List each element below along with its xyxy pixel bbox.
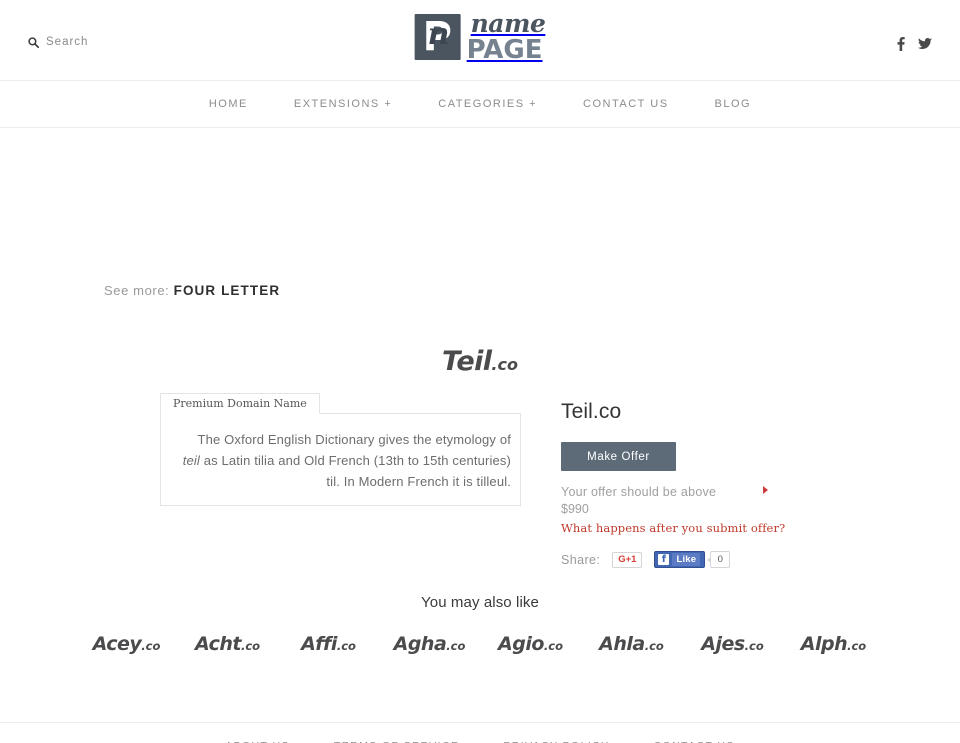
- facebook-like-count: 0: [707, 551, 731, 568]
- also-like-name-5: Agio: [498, 633, 544, 655]
- see-more-label: See more:: [104, 283, 170, 298]
- also-like-item-5[interactable]: Agio.co: [480, 633, 581, 655]
- also-like-tld-8: .co: [847, 639, 867, 653]
- domain-name-text: Teil: [442, 346, 492, 377]
- description-text-after: as Latin tilia and Old French (13th to 1…: [199, 453, 511, 489]
- nav-item-extensions[interactable]: EXTENSIONS +: [271, 98, 415, 110]
- domain-tld-text: .co: [491, 355, 518, 374]
- nav-item-contact-us[interactable]: CONTACT US: [560, 98, 692, 110]
- google-plus-one-button[interactable]: G+1: [612, 551, 643, 568]
- premium-domain-panel: Premium Domain Name The Oxford English D…: [160, 393, 521, 506]
- also-like-tld-5: .co: [543, 639, 563, 653]
- logo-n-glyph: n: [427, 17, 450, 52]
- minimum-offer-price: $990: [561, 502, 589, 516]
- site-logo[interactable]: P n name PAGE: [414, 11, 546, 63]
- offer-domain-heading: Teil.co: [561, 400, 622, 423]
- logo-word-page: PAGE: [466, 35, 543, 65]
- top-header: Search P n name PAGE: [0, 0, 960, 81]
- also-like-item-2[interactable]: Acht.co: [177, 633, 278, 655]
- share-label: Share:: [561, 552, 601, 567]
- premium-domain-tab-label: Premium Domain Name: [160, 393, 320, 414]
- also-like-name-3: Affi: [301, 633, 337, 655]
- also-like-name-1: Acey: [92, 633, 142, 655]
- make-offer-button[interactable]: Make Offer: [561, 442, 676, 471]
- also-like-name-2: Acht: [194, 633, 242, 655]
- see-more-block: See more: FOUR LETTER: [104, 280, 344, 302]
- logo-word-name: name: [470, 9, 546, 38]
- also-like-item-8[interactable]: Alph.co: [783, 633, 884, 655]
- share-row: Share: G+1 f Like 0: [561, 551, 861, 568]
- also-like-tld-2: .co: [240, 639, 261, 653]
- facebook-like-group: f Like 0: [654, 551, 731, 568]
- also-like-title: You may also like: [421, 594, 539, 611]
- also-like-tld-7: .co: [744, 639, 764, 653]
- minimum-offer-text: Your offer should be above: [561, 485, 717, 499]
- also-like-tld-3: .co: [336, 639, 356, 653]
- search-button[interactable]: Search: [28, 36, 88, 48]
- facebook-icon[interactable]: [897, 37, 905, 51]
- social-links: [897, 37, 932, 51]
- logo-mark-icon: P n: [414, 14, 461, 60]
- description-text-before: The Oxford English Dictionary gives the …: [197, 432, 511, 447]
- also-like-item-6[interactable]: Ahla.co: [581, 633, 682, 655]
- description-emphasis: teil: [182, 453, 200, 468]
- also-like-list: Acey.co Acht.co Affi.co Agha.co Agio.co …: [0, 633, 960, 655]
- search-icon: [28, 36, 39, 48]
- what-happens-link[interactable]: What happens after you submit offer?: [561, 521, 785, 535]
- domain-title-display: Teil.co: [0, 346, 960, 377]
- twitter-icon[interactable]: [918, 38, 932, 50]
- see-more-category-link[interactable]: FOUR LETTER: [174, 283, 281, 298]
- also-like-name-8: Alph: [800, 633, 848, 655]
- also-like-item-3[interactable]: Affi.co: [278, 633, 379, 655]
- also-like-name-7: Ajes: [701, 633, 745, 655]
- domain-description-text: The Oxford English Dictionary gives the …: [161, 414, 520, 492]
- also-like-tld-6: .co: [644, 639, 664, 653]
- offer-panel: Teil.co Make Offer Your offer should be …: [561, 400, 861, 568]
- nav-item-categories[interactable]: CATEGORIES +: [415, 98, 560, 110]
- facebook-f-icon: f: [658, 554, 670, 565]
- search-label: Search: [46, 36, 89, 48]
- also-like-item-7[interactable]: Ajes.co: [682, 633, 783, 655]
- footer-nav: ABOUT US TERMS OF SERVICE PRIVACY POLICY…: [0, 722, 960, 743]
- also-like-tld-1: .co: [141, 639, 161, 653]
- page-root: Search P n name PAGE HOME EXTENSIONS + C…: [0, 0, 960, 743]
- also-like-tld-4: .co: [446, 639, 466, 653]
- logo-wordmark: name PAGE: [467, 11, 546, 63]
- also-like-name-6: Ahla: [599, 633, 645, 655]
- nav-item-home[interactable]: HOME: [186, 98, 271, 110]
- minimum-offer-note: Your offer should be above: [561, 483, 768, 502]
- facebook-like-button[interactable]: f Like: [654, 551, 706, 568]
- also-like-item-4[interactable]: Agha.co: [379, 633, 480, 655]
- main-nav: HOME EXTENSIONS + CATEGORIES + CONTACT U…: [0, 81, 960, 128]
- facebook-like-label: Like: [672, 553, 701, 566]
- nav-item-blog[interactable]: BLOG: [692, 98, 775, 110]
- also-like-item-1[interactable]: Acey.co: [76, 633, 177, 655]
- arrow-right-icon: [763, 486, 768, 494]
- also-like-name-4: Agha: [393, 633, 447, 655]
